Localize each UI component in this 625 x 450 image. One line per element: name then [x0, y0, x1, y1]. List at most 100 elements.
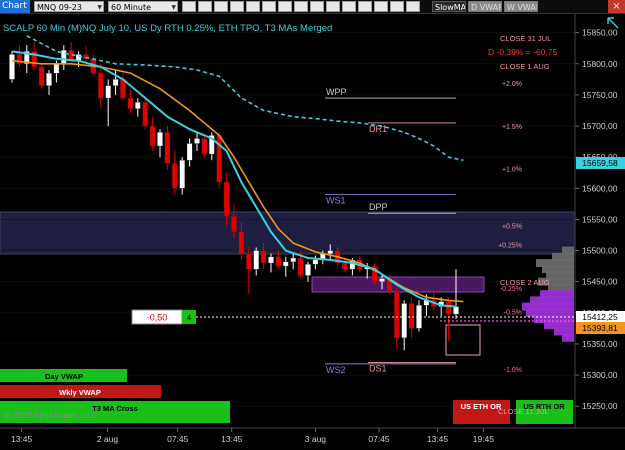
- volume-bar: [562, 333, 574, 342]
- candle-body: [283, 261, 289, 267]
- candle-body: [9, 54, 15, 80]
- candle-body: [268, 256, 274, 264]
- candle-body: [297, 257, 304, 276]
- candle-body: [238, 231, 245, 254]
- candle-body: [275, 256, 282, 267]
- level-label-ds1: DS1: [369, 364, 387, 374]
- price-tag-upper-text: 15659,58: [582, 158, 618, 168]
- candle-body: [223, 181, 230, 217]
- day-vwap-button[interactable]: Day VWAP: [0, 369, 127, 382]
- ws-zone: [0, 211, 576, 255]
- candle-body: [38, 66, 45, 86]
- candle-body: [172, 163, 178, 189]
- pct-label: +2.0%: [502, 81, 522, 88]
- level-label-ws1: WS1: [326, 196, 346, 206]
- candle-body: [46, 72, 52, 86]
- y-tick-label: 15750,00: [582, 90, 618, 100]
- candle-body: [394, 290, 400, 338]
- candle-body: [342, 262, 348, 270]
- price-tag-lower-text: 15393,81: [582, 323, 618, 333]
- y-tick-label: 15350,00: [582, 339, 618, 349]
- order-qty: 4: [187, 314, 192, 323]
- candle-body: [290, 257, 296, 262]
- copyright-text: © 2023 NinjaTrader, LLC: [4, 410, 98, 420]
- candle-body: [127, 97, 134, 109]
- x-tick-label: 13:45: [427, 434, 449, 444]
- candle-body: [453, 306, 459, 315]
- candle-body: [164, 132, 171, 164]
- level-label-wpp: WPP: [326, 87, 347, 97]
- price-chart[interactable]: WPP DR1 WS1 DPP WS2 DS1 +2.0% +1.5% +1.0% +0.5% +0…: [0, 0, 625, 450]
- x-tick-label: 07:45: [167, 434, 189, 444]
- price-axis: 15850,0015800,0015750,0015700,0015650,00…: [575, 28, 618, 411]
- close-diff-label: D -0,39% = -60,75: [488, 47, 557, 57]
- x-tick-label: 19:45: [473, 434, 495, 444]
- candle-body: [231, 216, 237, 233]
- candle-body: [142, 102, 148, 127]
- day-vwap-label: Day VWAP: [45, 372, 83, 381]
- y-tick-label: 15300,00: [582, 370, 618, 380]
- price-tag-lower: 15393,81: [576, 322, 625, 334]
- pct-label: +1.0%: [502, 166, 522, 173]
- candle-body: [135, 102, 141, 109]
- y-tick-label: 15500,00: [582, 246, 618, 256]
- pct-label: -0.5%: [504, 310, 522, 317]
- candle-body: [253, 250, 259, 270]
- y-tick-label: 15800,00: [582, 59, 618, 69]
- x-tick-label: 2 aug: [97, 434, 119, 444]
- close-11-label: CLOSE 11 JUL: [498, 407, 549, 416]
- candle-body: [98, 72, 104, 99]
- candle-body: [379, 278, 385, 282]
- close-1-label: CLOSE 1 AUG: [500, 62, 550, 71]
- chart-title: SCALP 60 Min (M)NQ July 10, US Dy RTH 0.…: [3, 23, 332, 34]
- level-label-dr1: DR1: [369, 124, 387, 134]
- x-tick-label: 07:45: [368, 434, 390, 444]
- time-axis: 13:45 2 aug 07:45 13:45 3 aug 07:45 13:45 19:45: [11, 428, 494, 444]
- pct-label: +1.5%: [502, 124, 522, 131]
- candle-body: [260, 250, 267, 264]
- y-tick-label: 15550,00: [582, 214, 618, 224]
- candle-body: [246, 253, 252, 270]
- candle-body: [112, 79, 119, 86]
- y-tick-label: 15450,00: [582, 277, 618, 287]
- candle-body: [401, 303, 407, 338]
- x-tick-label: 3 aug: [305, 434, 327, 444]
- y-tick-label: 15600,00: [582, 183, 618, 193]
- t3-ma-button[interactable]: T3 MA Cross © 2023 NinjaTrader, LLC: [0, 401, 230, 423]
- pct-label: +0.5%: [502, 224, 522, 231]
- price-tag-current-text: 15412,25: [582, 312, 618, 322]
- y-tick-label: 15850,00: [582, 28, 618, 38]
- order-pnl: -0,50: [147, 313, 168, 323]
- close-2-label: CLOSE 2 AUG: [500, 278, 550, 287]
- y-tick-label: 15250,00: [582, 401, 618, 411]
- candle-body: [105, 85, 111, 99]
- x-tick-label: 13:45: [221, 434, 243, 444]
- candle-body: [157, 132, 163, 147]
- candle-body: [408, 303, 415, 329]
- y-tick-label: 15700,00: [582, 121, 618, 131]
- level-label-dpp: DPP: [369, 202, 388, 212]
- candle-body: [327, 250, 333, 254]
- candle-body: [312, 259, 319, 265]
- close-31-label: CLOSE 31 JUL: [500, 34, 551, 43]
- candle-body: [186, 143, 193, 161]
- candle-body: [305, 264, 311, 276]
- wkly-vwap-button[interactable]: Wkly VWAP: [0, 385, 161, 398]
- candle-body: [201, 138, 208, 155]
- candle-body: [194, 138, 200, 144]
- candle-body: [61, 49, 67, 64]
- price-tag-current: 15412,25: [576, 311, 625, 323]
- pct-label: +0.25%: [498, 242, 522, 249]
- level-label-ws2: WS2: [326, 365, 346, 375]
- candle-body: [445, 301, 452, 315]
- t3-ma-label: T3 MA Cross: [92, 404, 138, 413]
- candle-body: [179, 160, 185, 189]
- pct-label: -1.0%: [504, 367, 522, 374]
- wkly-vwap-label: Wkly VWAP: [59, 388, 101, 397]
- scroll-arrow-icon[interactable]: [607, 17, 619, 29]
- x-tick-label: 13:45: [11, 434, 33, 444]
- candle-body: [149, 125, 156, 147]
- us-eth-label: US ETH OR: [461, 402, 502, 411]
- price-tag-upper: 15659,58: [576, 157, 625, 169]
- candle-body: [53, 63, 60, 74]
